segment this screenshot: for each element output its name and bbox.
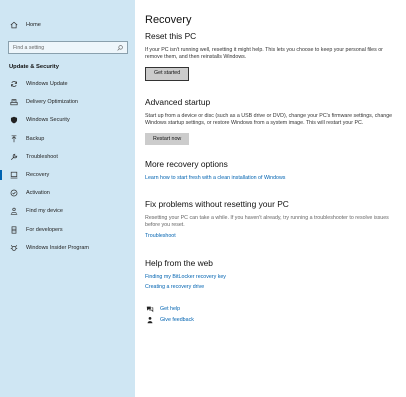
give-feedback-label: Give feedback — [160, 317, 194, 324]
sidebar: Home Find a setting Update & Security Wi… — [0, 0, 135, 397]
main-content: Recovery Reset this PC If your PC isn't … — [145, 14, 400, 326]
sidebar-item-recovery[interactable]: Recovery — [0, 166, 135, 184]
fix-problems-section: Fix problems without resetting your PC R… — [145, 199, 400, 238]
recovery-icon — [9, 171, 18, 180]
sidebar-item-label: Windows Security — [26, 117, 70, 124]
sync-icon — [9, 80, 18, 89]
search-icon — [117, 44, 123, 51]
get-help-label: Get help — [160, 306, 181, 313]
feedback-icon — [145, 316, 154, 325]
sidebar-item-label: Troubleshoot — [26, 153, 58, 160]
sidebar-item-label: Delivery Optimization — [26, 99, 78, 106]
help-from-web-heading: Help from the web — [145, 257, 213, 268]
reset-heading: Reset this PC — [145, 31, 197, 41]
give-feedback-link[interactable]: Give feedback — [145, 315, 400, 326]
troubleshoot-link[interactable]: Troubleshoot — [145, 233, 400, 239]
sidebar-item-label: Find my device — [26, 208, 63, 215]
recovery-drive-link[interactable]: Creating a recovery drive — [145, 284, 400, 290]
bitlocker-key-link[interactable]: Finding my BitLocker recovery key — [145, 274, 400, 280]
help-links: Get help Give feedback — [145, 304, 400, 326]
more-recovery-section: More recovery options Learn how to start… — [145, 159, 400, 181]
restart-now-button[interactable]: Restart now — [145, 133, 190, 146]
sidebar-item-find-my-device[interactable]: Find my device — [0, 202, 135, 220]
sidebar-item-troubleshoot[interactable]: Troubleshoot — [0, 148, 135, 166]
settings-window: Home Find a setting Update & Security Wi… — [0, 0, 406, 397]
get-started-button[interactable]: Get started — [145, 67, 190, 82]
sidebar-item-windows-update[interactable]: Windows Update — [0, 75, 135, 93]
sidebar-item-label: For developers — [26, 226, 63, 233]
sidebar-item-delivery-optimization[interactable]: Delivery Optimization — [0, 93, 135, 111]
fix-problems-heading: Fix problems without resetting your PC — [145, 199, 289, 210]
advanced-startup-heading: Advanced startup — [145, 97, 211, 108]
insider-icon — [9, 243, 18, 252]
advanced-startup-section: Advanced startup Start up from a device … — [145, 97, 400, 146]
page-title: Recovery — [145, 14, 192, 26]
sidebar-item-label: Windows Insider Program — [26, 244, 89, 251]
sidebar-item-activation[interactable]: Activation — [0, 184, 135, 202]
person-location-icon — [9, 207, 18, 216]
reset-description: If your PC isn't running well, resetting… — [145, 47, 383, 61]
sidebar-item-label: Windows Update — [26, 81, 68, 88]
more-recovery-heading: More recovery options — [145, 159, 228, 170]
sidebar-item-backup[interactable]: Backup — [0, 130, 135, 148]
search-input[interactable]: Find a setting — [8, 41, 128, 54]
reset-section: Reset this PC If your PC isn't running w… — [145, 31, 400, 82]
clean-install-link[interactable]: Learn how to start fresh with a clean in… — [145, 175, 400, 181]
sidebar-section-title: Update & Security — [9, 64, 59, 70]
delivery-optimization-icon — [9, 98, 18, 107]
sidebar-item-windows-insider-program[interactable]: Windows Insider Program — [0, 239, 135, 257]
home-label: Home — [26, 22, 41, 28]
developer-icon — [9, 225, 18, 234]
sidebar-item-label: Activation — [26, 190, 50, 197]
sidebar-item-for-developers[interactable]: For developers — [0, 221, 135, 239]
home-nav-item[interactable]: Home — [0, 18, 135, 32]
search-placeholder: Find a setting — [13, 44, 45, 51]
get-help-icon — [145, 305, 154, 314]
sidebar-item-label: Backup — [26, 135, 45, 142]
sidebar-item-label: Recovery — [26, 172, 50, 179]
advanced-startup-description: Start up from a device or disc (such as … — [145, 113, 393, 127]
help-from-web-section: Help from the web Finding my BitLocker r… — [145, 258, 400, 290]
get-help-link[interactable]: Get help — [145, 304, 400, 315]
shield-icon — [9, 116, 18, 125]
wrench-icon — [9, 152, 18, 161]
fix-problems-description: Resetting your PC can take a while. If y… — [145, 215, 389, 229]
sidebar-item-windows-security[interactable]: Windows Security — [0, 111, 135, 129]
home-icon — [9, 21, 18, 30]
backup-arrow-icon — [9, 134, 18, 143]
check-circle-icon — [9, 189, 18, 198]
